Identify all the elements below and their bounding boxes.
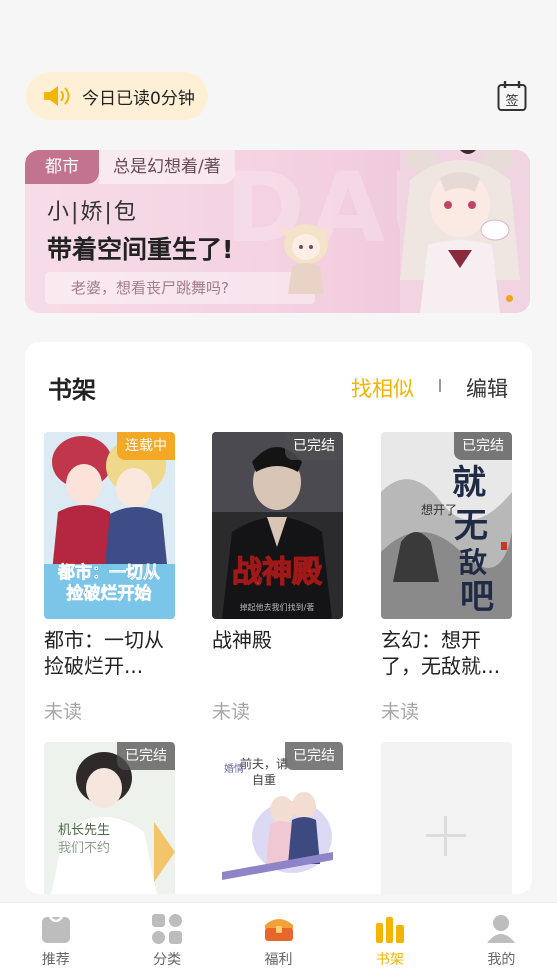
book-status-badge: 连载中: [117, 432, 175, 460]
svg-text:捡破烂开始: 捡破烂开始: [67, 583, 152, 604]
divider: [439, 379, 441, 392]
svg-text:签: 签: [505, 93, 518, 109]
book-card[interactable]: 机长先生 我们不约 已完结: [44, 742, 175, 894]
banner-author: 总是幻想着/著: [99, 150, 235, 184]
tab-bookshelf[interactable]: 书架: [334, 903, 445, 974]
tab-label: 分类: [153, 952, 182, 968]
tab-profile[interactable]: 我的: [446, 903, 557, 974]
book-cover[interactable]: 机长先生 我们不约 已完结: [44, 742, 175, 894]
add-book-placeholder[interactable]: [381, 742, 512, 894]
recommend-icon: [41, 916, 70, 943]
bookshelf-panel: 书架 找相似 编辑 都市：一切从 捡破烂开始 连载中 都市：一切从捡破烂开...…: [25, 342, 532, 894]
bookshelf-title: 书架: [48, 376, 96, 404]
svg-text:前夫，请: 前夫，请: [240, 756, 288, 771]
tab-category[interactable]: 分类: [111, 903, 222, 974]
find-similar-button[interactable]: 找相似: [351, 373, 414, 403]
svg-text:就: 就: [452, 463, 486, 503]
bookshelf-icon: [375, 917, 404, 943]
tab-label: 我的: [487, 952, 516, 968]
svg-text:想开了: 想开了: [421, 502, 457, 517]
tab-label: 书架: [375, 952, 404, 968]
svg-text:吧: 吧: [460, 577, 494, 617]
book-title: 战神殿: [212, 628, 272, 652]
svg-text:机长先生: 机长先生: [58, 823, 110, 838]
banner-title-line1: 小|娇|包: [47, 200, 138, 225]
book-title: 玄幻：想开了，无敌就...: [381, 628, 501, 678]
sign-in-button[interactable]: 签: [497, 80, 527, 112]
speaker-icon: [44, 86, 70, 106]
banner-character-illustration: [400, 150, 530, 313]
book-title: 都市：一切从捡破烂开...: [44, 628, 164, 678]
reading-time-pill[interactable]: 今日已读0分钟: [26, 72, 208, 120]
tab-label: 福利: [264, 952, 293, 968]
book-cover[interactable]: 就 无 敌 吧 想开了 已完结: [381, 432, 512, 619]
banner-category-tag: 都市: [25, 150, 99, 184]
book-cover[interactable]: 战神殿 掉起他去我们找到/著 已完结: [212, 432, 343, 619]
svg-text:战神殿: 战神殿: [232, 555, 322, 590]
book-card[interactable]: 都市：一切从 捡破烂开始 连载中 都市：一切从捡破烂开... 未读: [44, 432, 175, 724]
svg-text:敌: 敌: [459, 546, 487, 579]
edit-button[interactable]: 编辑: [466, 373, 508, 403]
book-cover[interactable]: 前夫，请 自重 婚情 已完结: [212, 742, 343, 894]
banner-chibi-illustration: [281, 224, 331, 294]
book-card[interactable]: 就 无 敌 吧 想开了 已完结 玄幻：想开了，无敌就... 未读: [381, 432, 512, 724]
svg-text:婚情: 婚情: [224, 762, 244, 775]
book-status-badge: 已完结: [454, 432, 512, 460]
calendar-sign-icon: 签: [497, 81, 527, 111]
gift-chest-icon: [264, 919, 293, 941]
tab-label: 推荐: [41, 952, 70, 968]
svg-text:都市：一切从: 都市：一切从: [57, 562, 160, 583]
svg-text:自重: 自重: [252, 773, 276, 787]
book-status-badge: 已完结: [117, 742, 175, 770]
promo-banner[interactable]: DAU 都市 总是幻想着/著 小|娇|包 带着空间重生了! 老婆，想看丧尸跳舞吗…: [25, 150, 530, 313]
svg-text:我们不约: 我们不约: [58, 841, 110, 856]
svg-text:无: 无: [454, 506, 488, 546]
reading-time-label: 今日已读0分钟: [82, 88, 195, 109]
book-status-badge: 已完结: [285, 432, 343, 460]
carousel-indicator: [506, 295, 513, 302]
category-icon: [152, 914, 183, 944]
book-status-badge: 已完结: [285, 742, 343, 770]
tab-welfare[interactable]: 福利: [223, 903, 334, 974]
book-read-status: 未读: [381, 701, 420, 723]
bottom-tab-bar: 推荐 分类 福利 书架 我的: [0, 902, 557, 974]
book-read-status: 未读: [212, 701, 251, 723]
svg-text:掉起他去我们找到/著: 掉起他去我们找到/著: [240, 602, 315, 612]
book-card[interactable]: 战神殿 掉起他去我们找到/著 已完结 战神殿 未读: [212, 432, 343, 724]
profile-icon: [487, 915, 516, 943]
book-cover[interactable]: 都市：一切从 捡破烂开始 连载中: [44, 432, 175, 619]
book-read-status: 未读: [44, 701, 83, 723]
tab-recommend[interactable]: 推荐: [0, 903, 111, 974]
banner-title-line2: 带着空间重生了!: [47, 235, 234, 264]
book-card[interactable]: 前夫，请 自重 婚情 已完结: [212, 742, 343, 894]
